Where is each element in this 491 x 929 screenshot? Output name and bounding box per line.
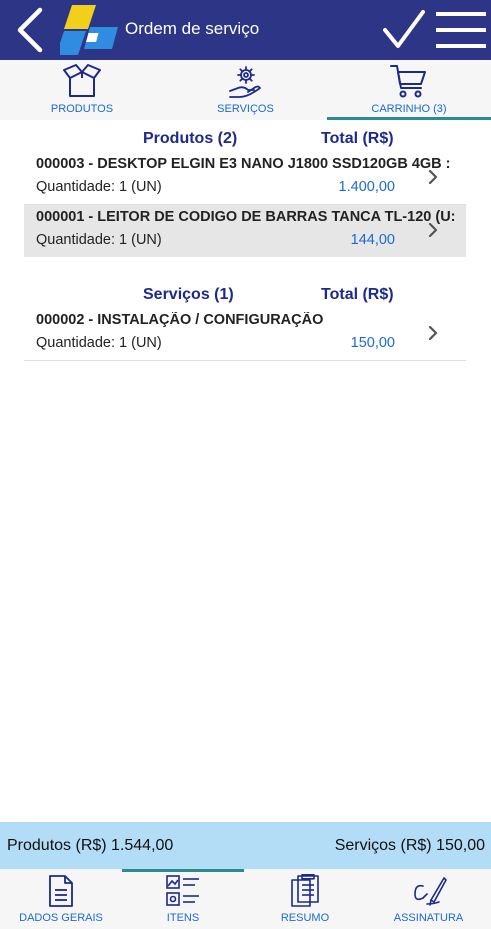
- tab-carrinho-label: CARRINHO (3): [371, 103, 447, 115]
- active-tab-indicator: [327, 117, 491, 120]
- products-header: Produtos (2) Total (R$): [24, 126, 466, 152]
- chevron-right-icon: [428, 223, 438, 237]
- nav-dados-gerais-label: DADOS GERAIS: [19, 912, 103, 924]
- chevron-right-icon: [428, 326, 438, 340]
- item-value: 1.400,00: [338, 179, 395, 195]
- totals-bar: Produtos (R$) 1.544,00 Serviços (R$) 150…: [0, 822, 491, 869]
- top-tabs: PRODUTOS SERVIÇOS CARRINHO (3): [0, 60, 491, 120]
- item-quantity: Quantidade: 1 (UN): [36, 179, 162, 195]
- app-header: Ordem de serviço: [0, 0, 491, 60]
- item-name: 000003 - DESKTOP ELGIN E3 NANO J1800 SSD…: [36, 156, 451, 172]
- back-button[interactable]: [12, 6, 48, 54]
- box-icon: [63, 64, 101, 97]
- item-quantity: Quantidade: 1 (UN): [36, 232, 162, 248]
- tab-servicos-label: SERVIÇOS: [217, 103, 274, 115]
- divider: [24, 360, 466, 361]
- page-title: Ordem de serviço: [125, 19, 260, 38]
- list-item[interactable]: 000001 - LEITOR DE CODIGO DE BARRAS TANC…: [24, 205, 466, 257]
- services-section: Serviços (1) Total (R$) 000002 - INSTALA…: [24, 282, 466, 361]
- tab-produtos[interactable]: PRODUTOS: [0, 60, 164, 120]
- items-list-icon: [166, 875, 199, 906]
- item-name: 000002 - INSTALAÇÃO / CONFIGURAÇÃO: [36, 312, 324, 328]
- chevron-left-icon: [17, 7, 43, 53]
- item-name: 000001 - LEITOR DE CODIGO DE BARRAS TANC…: [36, 209, 456, 225]
- tab-servicos[interactable]: SERVIÇOS: [164, 60, 327, 120]
- nav-dados-gerais[interactable]: DADOS GERAIS: [0, 869, 122, 929]
- checkmark-icon: [383, 10, 425, 48]
- chevron-right-icon: [428, 170, 438, 184]
- document-icon: [49, 875, 73, 907]
- item-value: 150,00: [350, 335, 395, 351]
- products-section: Produtos (2) Total (R$) 000003 - DESKTOP…: [24, 126, 466, 257]
- item-value: 144,00: [350, 232, 395, 248]
- services-total-label: Total (R$): [321, 286, 394, 303]
- signature-pen-icon: [413, 877, 447, 906]
- products-total-label: Total (R$): [321, 130, 394, 147]
- menu-button[interactable]: [436, 11, 486, 49]
- nav-resumo-label: RESUMO: [280, 912, 330, 924]
- services-header: Serviços (1) Total (R$): [24, 282, 466, 308]
- item-quantity: Quantidade: 1 (UN): [36, 335, 162, 351]
- services-total: Serviços (R$) 150,00: [334, 837, 485, 854]
- list-item[interactable]: 000003 - DESKTOP ELGIN E3 NANO J1800 SSD…: [24, 152, 466, 204]
- list-item[interactable]: 000002 - INSTALAÇÃO / CONFIGURAÇÃO Quant…: [24, 308, 466, 360]
- products-total: Produtos (R$) 1.544,00: [7, 837, 174, 854]
- clipboard-icon: [291, 874, 319, 907]
- tab-produtos-label: PRODUTOS: [50, 103, 114, 115]
- products-title: Produtos (2): [143, 130, 238, 147]
- hand-gear-icon: [228, 66, 261, 98]
- nav-assinatura[interactable]: ASSINATURA: [366, 869, 491, 929]
- nav-itens-label: ITENS: [166, 912, 200, 924]
- hamburger-menu-icon: [436, 12, 486, 48]
- nav-assinatura-label: ASSINATURA: [393, 912, 464, 924]
- services-title: Serviços (1): [143, 286, 234, 303]
- nav-itens[interactable]: ITENS: [122, 869, 244, 929]
- confirm-button[interactable]: [383, 10, 425, 50]
- brand-logo: [56, 5, 118, 55]
- tab-carrinho[interactable]: CARRINHO (3): [327, 60, 491, 120]
- bottom-nav: DADOS GERAIS ITENS RESUMO ASSINATURA: [0, 869, 491, 929]
- cart-icon: [390, 65, 426, 98]
- app: Ordem de serviço PRODUTOS SERVIÇOS CARRI…: [0, 0, 491, 929]
- nav-resumo[interactable]: RESUMO: [244, 869, 366, 929]
